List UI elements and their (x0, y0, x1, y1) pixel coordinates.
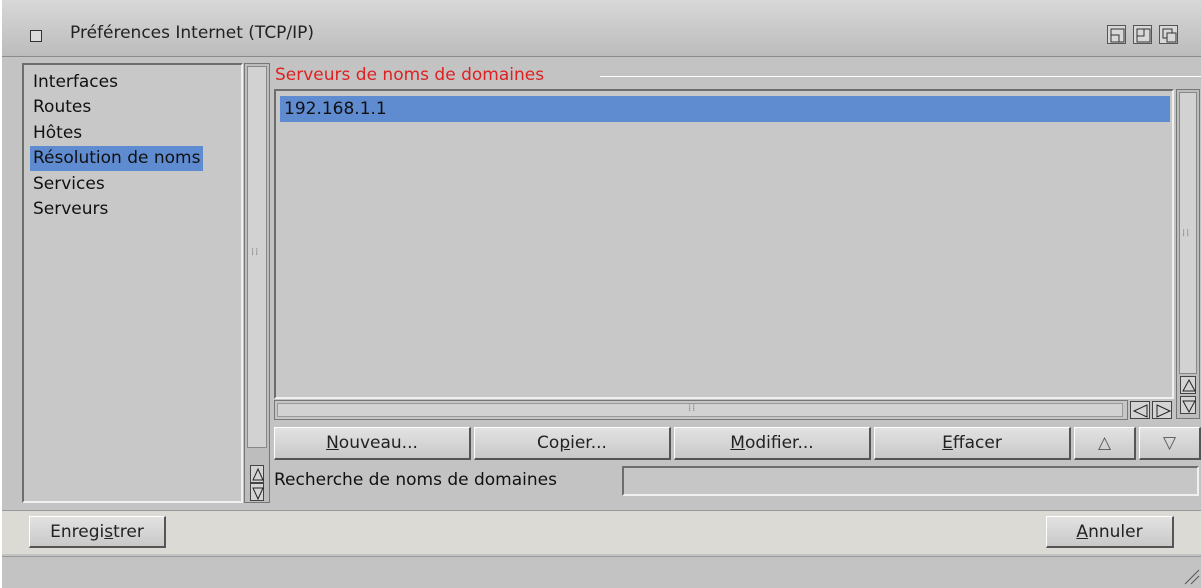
modify-button[interactable]: Modifier... (674, 427, 871, 460)
search-domains-input[interactable] (622, 466, 1199, 496)
scroll-down-icon[interactable] (1180, 396, 1196, 414)
group-divider (600, 76, 1201, 77)
cancel-button[interactable]: Annuler (1046, 516, 1174, 548)
category-item-services[interactable]: Services (30, 172, 108, 197)
window-title: Préférences Internet (TCP/IP) (70, 23, 315, 43)
server-list-hscrollbar[interactable]: ⁞⁞ (274, 400, 1128, 420)
dns-server-list[interactable]: 192.168.1.1 (274, 89, 1174, 399)
category-item-interfaces[interactable]: Interfaces (30, 70, 121, 95)
dns-group-label: Serveurs de noms de domaines (275, 65, 545, 85)
scrollbar-thumb[interactable]: ⁞⁞ (277, 403, 1123, 417)
scroll-left-icon[interactable] (1130, 401, 1150, 419)
category-list-scrollbar[interactable]: ⁞⁞ (244, 63, 270, 503)
category-item-name-resolution[interactable]: Résolution de noms (30, 146, 204, 171)
depth-icon[interactable] (1159, 25, 1178, 44)
delete-button[interactable]: Effacer (874, 427, 1071, 460)
category-list[interactable]: Interfaces Routes Hôtes Résolution de no… (22, 63, 243, 503)
move-down-button[interactable]: ▽ (1139, 427, 1201, 460)
scroll-down-icon[interactable] (250, 483, 264, 501)
copy-button[interactable]: Copier... (474, 427, 671, 460)
search-domains-label: Recherche de noms de domaines (274, 470, 557, 490)
scroll-up-icon[interactable] (1180, 376, 1196, 394)
scrollbar-thumb[interactable]: ⁞⁞ (247, 66, 267, 448)
category-item-routes[interactable]: Routes (30, 95, 94, 120)
preferences-window: Préférences Internet (TCP/IP) Interfaces… (0, 0, 1201, 588)
server-list-vscrollbar[interactable]: ⁞⁞ (1176, 89, 1200, 419)
title-bar[interactable]: Préférences Internet (TCP/IP) (2, 0, 1201, 57)
new-button[interactable]: Nouveau... (274, 427, 471, 460)
scrollbar-thumb[interactable]: ⁞⁞ (1179, 92, 1197, 374)
move-up-button[interactable]: △ (1074, 427, 1136, 460)
close-window-icon[interactable] (30, 30, 42, 42)
resize-grip-icon[interactable] (1183, 568, 1201, 586)
status-bar (2, 556, 1201, 588)
save-button[interactable]: Enregistrer (29, 516, 166, 548)
dns-server-row[interactable]: 192.168.1.1 (280, 96, 1170, 122)
bottom-button-bar (2, 510, 1201, 554)
category-item-hosts[interactable]: Hôtes (30, 121, 85, 146)
scroll-up-icon[interactable] (250, 465, 264, 483)
iconify-icon[interactable] (1107, 25, 1126, 44)
scroll-right-icon[interactable] (1152, 401, 1172, 419)
zoom-icon[interactable] (1133, 25, 1152, 44)
category-item-servers[interactable]: Serveurs (30, 197, 111, 222)
